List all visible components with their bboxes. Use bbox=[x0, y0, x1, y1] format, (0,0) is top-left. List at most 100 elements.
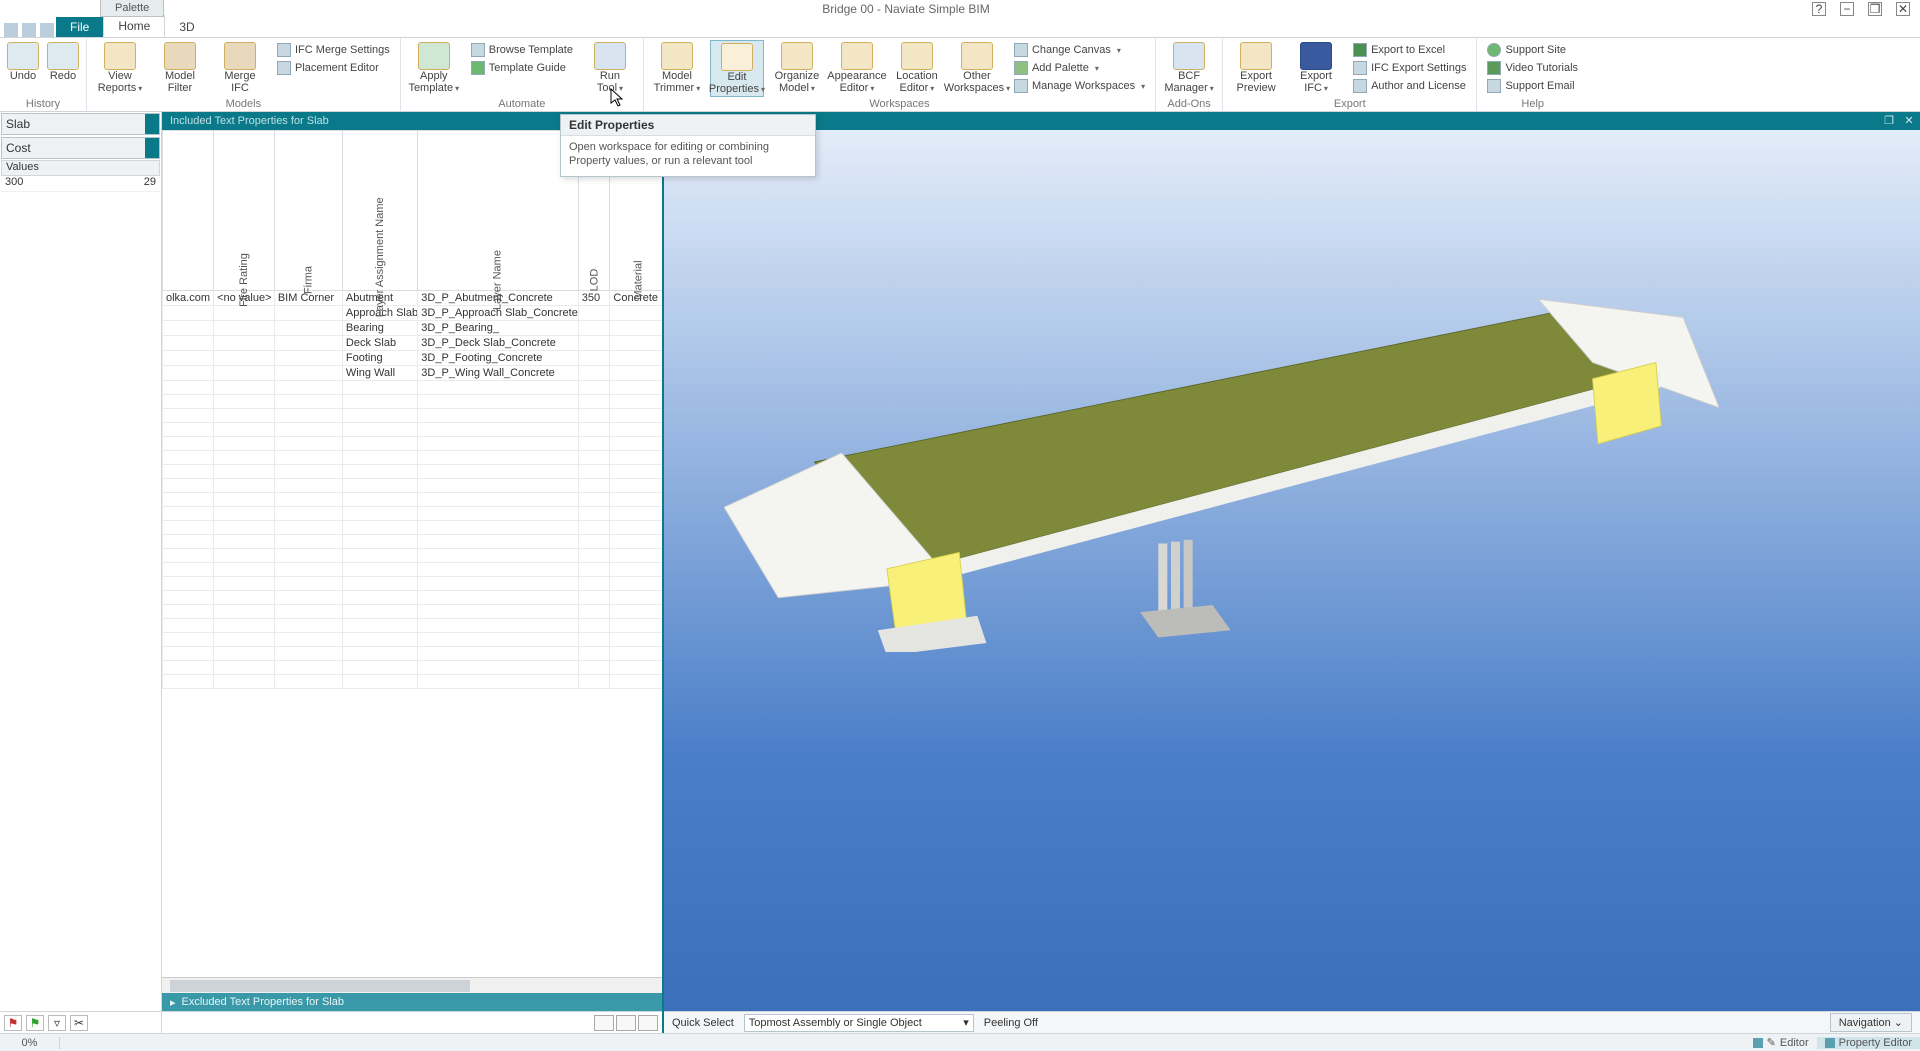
object-class-combo[interactable]: Slab bbox=[1, 113, 160, 135]
window-minimize-icon[interactable]: − bbox=[1840, 2, 1854, 16]
app-title: Bridge 00 - Naviate Simple BIM bbox=[822, 2, 989, 16]
viewport-status-bar: Quick Select Topmost Assembly or Single … bbox=[664, 1011, 1920, 1033]
table-row[interactable] bbox=[163, 479, 663, 493]
qat-icon-3[interactable] bbox=[40, 23, 54, 37]
redo-button[interactable]: Redo bbox=[46, 40, 80, 82]
organize-model-button[interactable]: Organize Model bbox=[770, 40, 824, 95]
window-restore-icon[interactable]: ❐ bbox=[1868, 2, 1882, 16]
table-row[interactable] bbox=[163, 507, 663, 521]
table-row[interactable] bbox=[163, 521, 663, 535]
qat-icon-2[interactable] bbox=[22, 23, 36, 37]
table-row[interactable] bbox=[163, 437, 663, 451]
change-canvas-button[interactable]: Change Canvas bbox=[1010, 42, 1149, 58]
tooltip-title: Edit Properties bbox=[561, 115, 815, 136]
table-row[interactable] bbox=[163, 633, 663, 647]
table-row[interactable] bbox=[163, 535, 663, 549]
horizontal-scrollbar[interactable] bbox=[162, 977, 662, 993]
flag-red-icon[interactable]: ⚑ bbox=[4, 1015, 22, 1031]
edit-properties-button[interactable]: Edit Properties bbox=[710, 40, 764, 97]
other-workspaces-button[interactable]: Other Workspaces bbox=[950, 40, 1004, 95]
author-license-button[interactable]: Author and License bbox=[1349, 78, 1470, 94]
undo-button[interactable]: Undo bbox=[6, 40, 40, 82]
tab-3d[interactable]: 3D bbox=[165, 17, 208, 37]
ifc-export-settings-button[interactable]: IFC Export Settings bbox=[1349, 60, 1470, 76]
table-row[interactable] bbox=[163, 493, 663, 507]
editor-tab[interactable]: ✎ Editor bbox=[1745, 1036, 1817, 1049]
viewport-maximize-icon[interactable]: ❐ bbox=[1880, 114, 1898, 128]
window-help-icon[interactable]: ? bbox=[1812, 2, 1826, 16]
run-tool-button[interactable]: Run Tool bbox=[583, 40, 637, 95]
window-close-icon[interactable]: ✕ bbox=[1896, 2, 1910, 16]
table-row[interactable] bbox=[163, 661, 663, 675]
table-row[interactable] bbox=[163, 675, 663, 689]
template-guide-button[interactable]: Template Guide bbox=[467, 60, 577, 76]
property-combo[interactable]: Cost bbox=[1, 137, 160, 159]
column-header[interactable]: Layer Name bbox=[418, 131, 578, 291]
table-row[interactable] bbox=[163, 591, 663, 605]
status-bar: 0% ✎ Editor Property Editor bbox=[0, 1033, 1920, 1051]
qat-icon-1[interactable] bbox=[4, 23, 18, 37]
table-row[interactable]: Bearing3D_P_Bearing_Bearing bbox=[163, 321, 663, 336]
table-row[interactable] bbox=[163, 563, 663, 577]
browse-template-button[interactable]: Browse Template bbox=[467, 42, 577, 58]
apply-template-button[interactable]: Apply Template bbox=[407, 40, 461, 95]
merge-ifc-button[interactable]: Merge IFC bbox=[213, 40, 267, 94]
3d-viewport[interactable]: ❐ ✕ Quick Select Topmost Assembly or Sin… bbox=[664, 112, 1920, 1033]
palette-tab[interactable]: Palette bbox=[100, 0, 164, 17]
export-ifc-button[interactable]: Export IFC bbox=[1289, 40, 1343, 95]
table-row[interactable] bbox=[163, 577, 663, 591]
table-row[interactable] bbox=[163, 549, 663, 563]
flag-green-icon[interactable]: ⚑ bbox=[26, 1015, 44, 1031]
file-menu[interactable]: File bbox=[56, 17, 103, 37]
table-row[interactable] bbox=[163, 451, 663, 465]
column-header[interactable] bbox=[163, 131, 214, 291]
view-mode-3[interactable] bbox=[638, 1015, 658, 1031]
table-row[interactable] bbox=[163, 647, 663, 661]
table-row[interactable] bbox=[163, 409, 663, 423]
gear-icon bbox=[277, 43, 291, 57]
support-email-button[interactable]: Support Email bbox=[1483, 78, 1582, 94]
property-editor-tab[interactable]: Property Editor bbox=[1817, 1037, 1920, 1049]
add-palette-button[interactable]: Add Palette bbox=[1010, 60, 1149, 76]
tooltip: Edit Properties Open workspace for editi… bbox=[560, 114, 816, 177]
column-header[interactable]: Firma bbox=[274, 131, 342, 291]
gear-icon bbox=[1353, 61, 1367, 75]
table-row[interactable]: Wing Wall3D_P_Wing Wall_ConcreteWing Wal… bbox=[163, 366, 663, 381]
table-row[interactable]: Footing3D_P_Footing_ConcreteFooting bbox=[163, 351, 663, 366]
support-site-button[interactable]: Support Site bbox=[1483, 42, 1582, 58]
view-reports-button[interactable]: View Reports bbox=[93, 40, 147, 95]
bcf-manager-button[interactable]: BCF Manager bbox=[1162, 40, 1216, 95]
table-row[interactable] bbox=[163, 395, 663, 409]
values-row[interactable]: 300 29 bbox=[1, 176, 160, 192]
column-header[interactable]: Fire Rating bbox=[214, 131, 275, 291]
appearance-editor-button[interactable]: Appearance Editor bbox=[830, 40, 884, 95]
export-preview-button[interactable]: Export Preview bbox=[1229, 40, 1283, 94]
model-filter-button[interactable]: Model Filter bbox=[153, 40, 207, 94]
table-row[interactable]: Deck Slab3D_P_Deck Slab_ConcreteDeck Sla… bbox=[163, 336, 663, 351]
export-excel-button[interactable]: Export to Excel bbox=[1349, 42, 1470, 58]
placement-editor-button[interactable]: Placement Editor bbox=[273, 60, 394, 76]
excluded-properties-title[interactable]: ▸Excluded Text Properties for Slab bbox=[162, 993, 662, 1011]
ifc-merge-settings-button[interactable]: IFC Merge Settings bbox=[273, 42, 394, 58]
table-row[interactable] bbox=[163, 619, 663, 633]
navigation-button[interactable]: Navigation ⌄ bbox=[1830, 1013, 1912, 1032]
model-trimmer-button[interactable]: Model Trimmer bbox=[650, 40, 704, 95]
manage-workspaces-button[interactable]: Manage Workspaces bbox=[1010, 78, 1149, 94]
location-editor-button[interactable]: Location Editor bbox=[890, 40, 944, 95]
table-row[interactable] bbox=[163, 605, 663, 619]
group-label-workspaces: Workspaces bbox=[650, 97, 1149, 111]
column-header[interactable]: Layer Assignment Name bbox=[342, 131, 417, 291]
table-row[interactable] bbox=[163, 381, 663, 395]
viewport-close-icon[interactable]: ✕ bbox=[1900, 114, 1918, 128]
view-mode-1[interactable] bbox=[594, 1015, 614, 1031]
filter-icon[interactable]: ▿ bbox=[48, 1015, 66, 1031]
table-row[interactable] bbox=[163, 423, 663, 437]
view-mode-2[interactable] bbox=[616, 1015, 636, 1031]
cut-icon[interactable]: ✂ bbox=[70, 1015, 88, 1031]
assembly-combo[interactable]: Topmost Assembly or Single Object▾ bbox=[744, 1014, 974, 1032]
video-tutorials-button[interactable]: Video Tutorials bbox=[1483, 60, 1582, 76]
properties-grid[interactable]: Fire RatingFirmaLayer Assignment NameLay… bbox=[162, 130, 662, 977]
table-row[interactable] bbox=[163, 465, 663, 479]
ribbon: Undo Redo History View Reports Model Fil… bbox=[0, 38, 1920, 112]
tab-home[interactable]: Home bbox=[103, 15, 165, 37]
